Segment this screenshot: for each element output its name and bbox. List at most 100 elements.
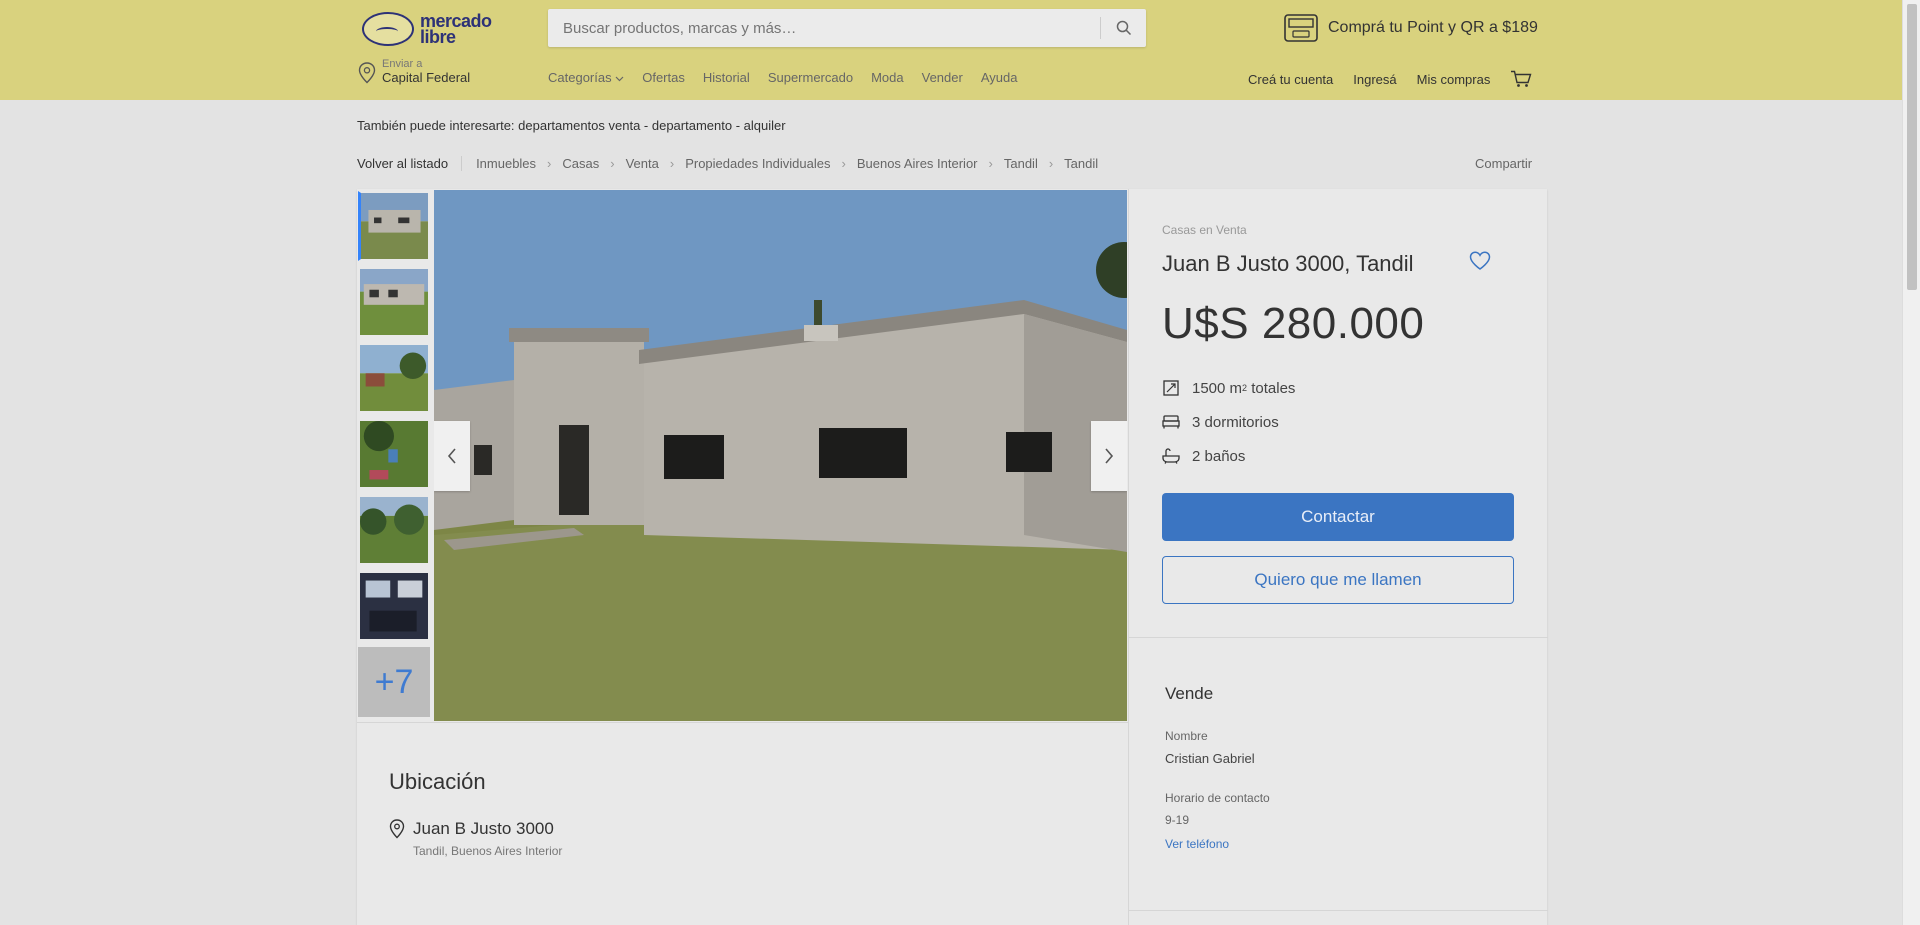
listing-card: +7 Ubicación Juan B Justo 3000 Tandil, B… [357,189,1548,925]
house-thumbnail-image [360,269,428,335]
breadcrumb-item[interactable]: Casas [562,156,599,171]
contact-hours-label: Horario de contacto [1165,791,1270,805]
location-heading: Ubicación [389,769,486,794]
location-address: Juan B Justo 3000 [413,819,554,838]
breadcrumb-item[interactable]: Tandil [1004,156,1038,171]
next-photo-button[interactable] [1091,421,1127,491]
back-to-list-link[interactable]: Volver al listado [357,156,463,171]
location-pin-icon [389,819,405,839]
view-phone-link[interactable]: Ver teléfono [1165,837,1229,851]
interior-thumbnail-image [360,573,428,639]
promo-text: Comprá tu Point y QR a $189 [1328,19,1538,36]
handshake-icon [362,12,414,46]
trees-thumbnail-image [360,497,428,563]
seller-heading: Vende [1165,684,1214,703]
seller-name: Cristian Gabriel [1165,751,1255,766]
main-photo [434,190,1127,721]
seller-name-label: Nombre [1165,729,1208,743]
scrollbar-thumb[interactable] [1907,4,1917,290]
breadcrumb: Volver al listado Inmuebles › Casas › Ve… [357,156,1098,171]
listing-title: Juan B Justo 3000, Tandil [1162,251,1414,276]
breadcrumb-separator-icon: › [669,156,675,171]
pos-terminal-icon [1284,14,1318,42]
mercadolibre-logo[interactable]: mercado libre [362,9,502,49]
request-call-button[interactable]: Quiero que me llamen [1162,556,1514,604]
user-nav: Creá tu cuenta Ingresá Mis compras [1248,70,1532,88]
nav-vender[interactable]: Vender [922,70,963,85]
breadcrumb-item[interactable]: Inmuebles [476,156,536,171]
site-header: mercado libre Comprá tu Point y QR a $18… [0,0,1902,100]
breadcrumb-separator-icon: › [988,156,993,171]
chevron-down-icon [615,76,624,82]
attribute-area: 1500 m2 totales [1162,371,1295,405]
main-nav: Categorías Ofertas Historial Supermercad… [548,70,1017,85]
section-divider [1129,910,1548,911]
prev-photo-button[interactable] [434,421,470,491]
bed-icon [1162,415,1180,429]
search-button[interactable] [1100,17,1146,39]
breadcrumb-item[interactable]: Buenos Aires Interior [857,156,978,171]
garden-thumbnail-image [360,345,428,411]
thumbnail[interactable] [358,343,430,413]
search-icon [1116,20,1131,36]
area-icon [1162,380,1180,396]
related-searches: También puede interesarte: departamentos… [357,118,786,133]
search-input[interactable] [548,9,1088,47]
breadcrumb-separator-icon: › [1048,156,1054,171]
share-link[interactable]: Compartir [1475,156,1532,171]
thumbnail[interactable] [358,191,430,261]
breadcrumb-separator-icon: › [841,156,846,171]
search-bar [548,9,1146,47]
bathrooms-value: 2 baños [1192,447,1246,465]
chevron-right-icon [1105,448,1114,464]
more-photos-count: +7 [374,662,414,701]
nav-ofertas[interactable]: Ofertas [642,70,685,85]
section-divider [357,722,1128,723]
contact-button[interactable]: Contactar [1162,493,1514,541]
house-main-image [434,190,1127,721]
nav-historial[interactable]: Historial [703,70,750,85]
point-promo[interactable]: Comprá tu Point y QR a $189 [1284,14,1538,42]
location-address-line: Juan B Justo 3000 [389,819,554,839]
bathtub-icon [1162,448,1180,464]
more-photos-button[interactable]: +7 [358,647,430,717]
thumbnail[interactable] [358,571,430,641]
nav-ayuda[interactable]: Ayuda [981,70,1018,85]
location-region: Tandil, Buenos Aires Interior [413,844,563,858]
shipping-location[interactable]: Enviar a Capital Federal [358,58,470,86]
page-scrollbar[interactable] [1902,0,1920,925]
nav-supermercado[interactable]: Supermercado [768,70,853,85]
area-suffix: totales [1247,379,1296,397]
location-pin-icon [358,62,376,84]
related-links[interactable]: departamentos venta - departamento - alq… [518,118,785,133]
breadcrumb-item[interactable]: Venta [626,156,659,171]
contact-hours: 9-19 [1165,813,1190,827]
breadcrumb-separator-icon: › [547,156,552,171]
thumbnail-list: +7 [358,191,432,723]
breadcrumb-item[interactable]: Propiedades Individuales [685,156,830,171]
my-purchases-link[interactable]: Mis compras [1417,72,1491,87]
cart-icon[interactable] [1510,70,1532,88]
thumbnail[interactable] [358,267,430,337]
listing-sidebar: Casas en Venta Juan B Justo 3000, Tandil… [1128,189,1548,925]
yard-thumbnail-image [360,421,428,487]
area-value: 1500 m [1192,379,1243,397]
logo-text: mercado libre [420,11,492,47]
create-account-link[interactable]: Creá tu cuenta [1248,72,1333,87]
attribute-bathrooms: 2 baños [1162,439,1295,473]
breadcrumb-item[interactable]: Tandil [1064,156,1098,171]
login-link[interactable]: Ingresá [1353,72,1396,87]
heart-icon[interactable] [1469,251,1491,271]
thumbnail[interactable] [358,419,430,489]
ship-city: Capital Federal [382,70,471,85]
thumbnail[interactable] [358,495,430,565]
nav-categorias[interactable]: Categorías [548,70,624,85]
breadcrumb-separator-icon: › [610,156,615,171]
listing-price: U$S 280.000 [1162,299,1425,348]
bedrooms-value: 3 dormitorios [1192,413,1279,431]
listing-attributes: 1500 m2 totales 3 dormitorios 2 baños [1162,371,1295,473]
section-divider [1129,637,1548,638]
ship-label: Enviar a [382,58,423,70]
related-label: También puede interesarte: [357,118,515,133]
nav-moda[interactable]: Moda [871,70,904,85]
